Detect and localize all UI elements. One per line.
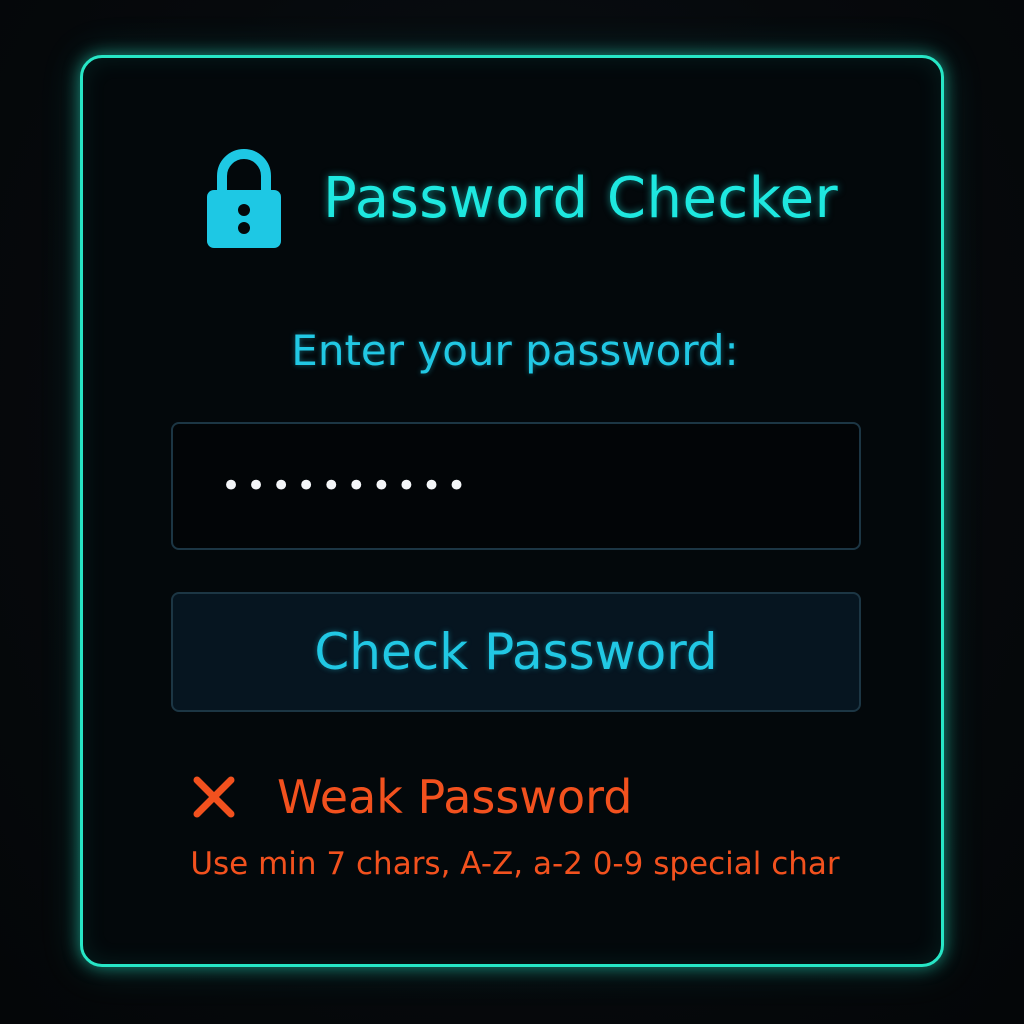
password-input[interactable]: ••••••••••: [171, 422, 861, 550]
header: Password Checker: [205, 143, 838, 253]
password-requirements-hint: Use min 7 chars, A-Z, a-2 0-9 special ch…: [190, 846, 840, 882]
check-password-button[interactable]: Check Password: [171, 592, 861, 712]
page-title: Password Checker: [323, 165, 839, 231]
password-checker-card: Password Checker Enter your password: ••…: [80, 55, 944, 967]
result-status: Weak Password: [191, 762, 632, 832]
password-masked-value: ••••••••••: [221, 466, 472, 506]
lock-icon: [207, 149, 281, 248]
result-status-label: Weak Password: [277, 770, 633, 824]
password-prompt-label: Enter your password:: [291, 326, 739, 375]
page: Password Checker Enter your password: ••…: [0, 0, 1024, 1024]
check-password-button-label: Check Password: [314, 623, 718, 681]
x-icon: [193, 776, 235, 818]
